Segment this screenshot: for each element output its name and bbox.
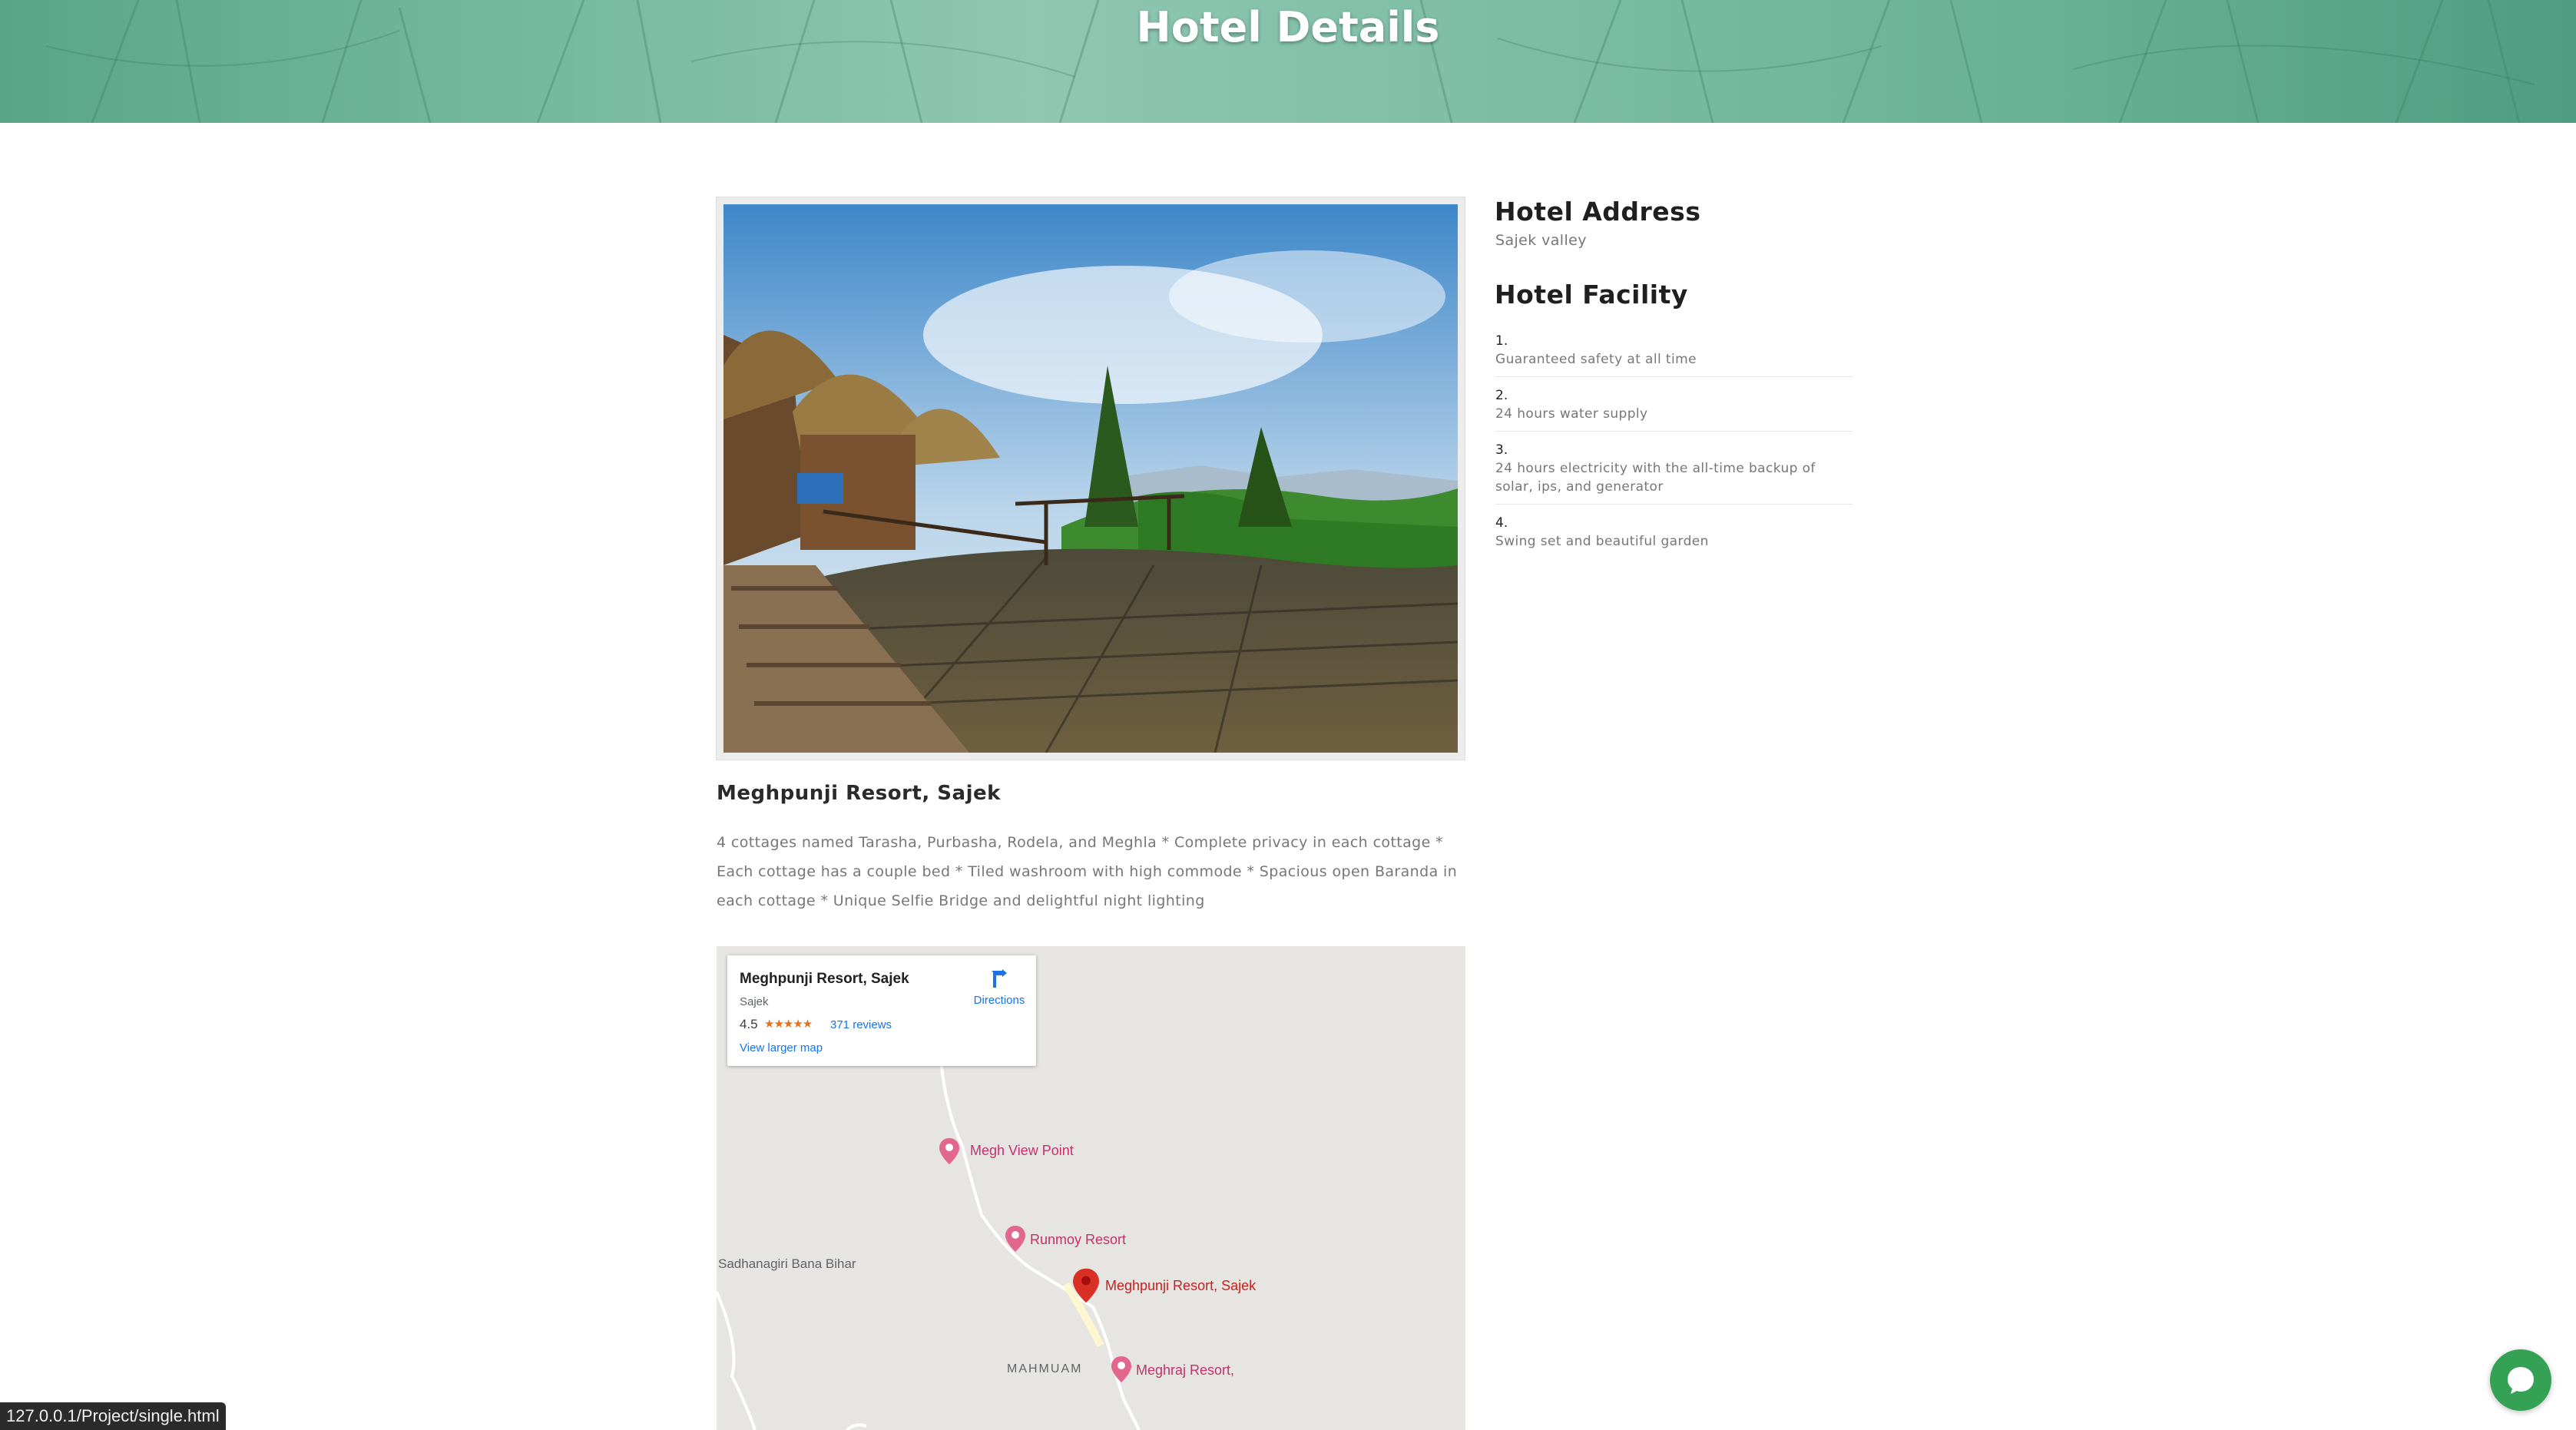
- page-title: Hotel Details: [1136, 3, 1440, 51]
- facility-text: Guaranteed safety at all time: [1495, 352, 1697, 367]
- facility-number: 2.: [1495, 388, 1508, 403]
- selected-location-pin-icon[interactable]: [1073, 1267, 1099, 1304]
- resort-name: Meghpunji Resort, Sajek: [717, 782, 1001, 805]
- map-label-mahmuam: MAHMUAM: [1007, 1362, 1083, 1375]
- facility-list: 1. Guaranteed safety at all time 2. 24 h…: [1495, 332, 1853, 568]
- hotel-photo: [723, 204, 1458, 753]
- hotel-address-value: Sajek valley: [1495, 232, 1587, 249]
- facility-text: 24 hours electricity with the all-time b…: [1495, 461, 1816, 495]
- directions-icon[interactable]: [987, 968, 1008, 989]
- facility-text: Swing set and beautiful garden: [1495, 534, 1709, 549]
- chat-bubble-icon: [2508, 1367, 2534, 1394]
- hero-banner: Hotel Details: [0, 0, 2576, 123]
- view-larger-map-link[interactable]: View larger map: [740, 1041, 823, 1054]
- hotel-facility-heading: Hotel Facility: [1495, 280, 1688, 310]
- poi-runmoy-resort[interactable]: Runmoy Resort: [1030, 1232, 1126, 1248]
- poi-pin-icon[interactable]: [1111, 1356, 1131, 1382]
- map-card-title: Meghpunji Resort, Sajek: [740, 971, 909, 987]
- facility-item: 4. Swing set and beautiful garden: [1495, 514, 1853, 558]
- poi-meghpunji-resort[interactable]: Meghpunji Resort, Sajek: [1105, 1278, 1256, 1294]
- facility-number: 3.: [1495, 442, 1508, 458]
- facility-item: 3. 24 hours electricity with the all-tim…: [1495, 441, 1853, 505]
- hotel-photo-frame: [716, 197, 1465, 760]
- map-info-card: Meghpunji Resort, Sajek Sajek 4.5 ★★★★★ …: [727, 955, 1036, 1066]
- browser-status-url: 127.0.0.1/Project/single.html: [0, 1402, 226, 1430]
- facility-number: 4.: [1495, 515, 1508, 531]
- poi-meghraj-resort[interactable]: Meghraj Resort,: [1136, 1362, 1234, 1379]
- map-card-rating: 4.5: [740, 1017, 758, 1031]
- reviews-link[interactable]: 371 reviews: [830, 1018, 892, 1031]
- chat-button[interactable]: [2490, 1349, 2551, 1411]
- embedded-map[interactable]: Meghpunji Resort, Sajek Sajek 4.5 ★★★★★ …: [717, 946, 1465, 1430]
- hotel-address-heading: Hotel Address: [1495, 197, 1701, 227]
- poi-megh-view-point[interactable]: Megh View Point: [970, 1143, 1074, 1159]
- poi-pin-icon[interactable]: [1005, 1226, 1025, 1252]
- directions-link[interactable]: Directions: [962, 994, 1036, 1007]
- facility-number: 1.: [1495, 333, 1508, 349]
- map-label-sadhanagiri: Sadhanagiri Bana Bihar: [718, 1256, 856, 1271]
- facility-item: 2. 24 hours water supply: [1495, 386, 1853, 432]
- star-rating-icon: ★★★★★: [764, 1018, 813, 1031]
- poi-pin-icon[interactable]: [939, 1138, 959, 1164]
- facility-text: 24 hours water supply: [1495, 406, 1648, 422]
- resort-description: 4 cottages named Tarasha, Purbasha, Rode…: [717, 834, 1458, 909]
- map-card-subtitle: Sajek: [740, 995, 769, 1008]
- facility-item: 1. Guaranteed safety at all time: [1495, 332, 1853, 377]
